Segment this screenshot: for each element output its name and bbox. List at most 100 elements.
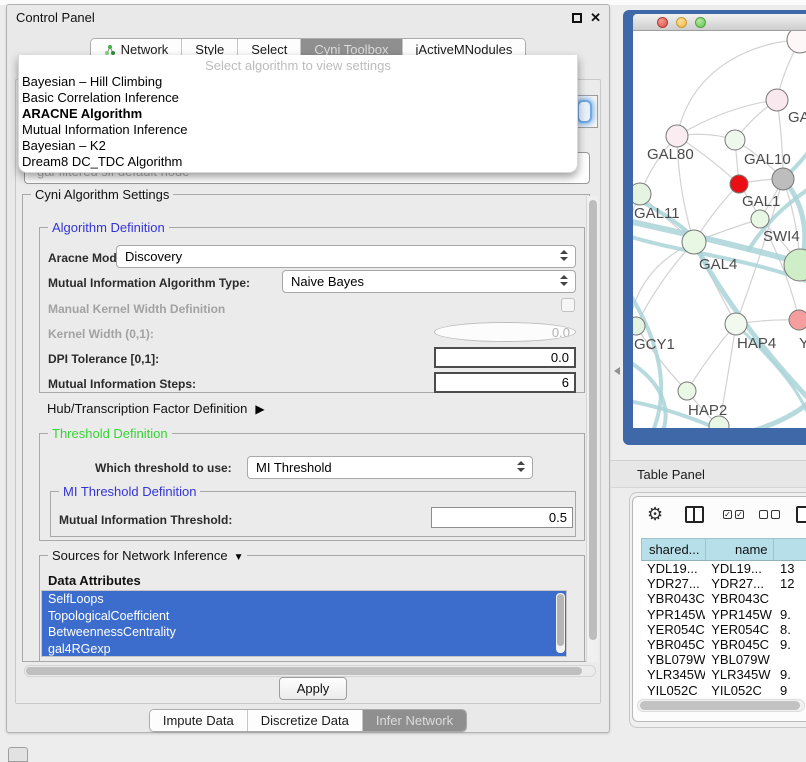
scrollbar-thumb[interactable]: [589, 200, 597, 640]
attribute-list-item[interactable]: TopologicalCoefficient: [42, 608, 566, 625]
tab-impute-data[interactable]: Impute Data: [150, 710, 247, 731]
table-cell[interactable]: YLR345W: [705, 667, 774, 682]
select-all-columns-icon[interactable]: ✓✓: [723, 510, 744, 519]
network-node[interactable]: [766, 89, 788, 111]
table-cell[interactable]: 12: [774, 576, 806, 591]
table-cell[interactable]: 9: [774, 683, 806, 698]
network-canvas[interactable]: GALGAL80GAL10GAL1SWI4GAL11GAL4GCY1HAP4YH…: [633, 31, 806, 428]
network-node[interactable]: [682, 230, 706, 254]
toolbar-icon-partial[interactable]: [796, 506, 806, 523]
network-node[interactable]: [666, 125, 688, 147]
settings-horizontal-scrollbar[interactable]: [24, 665, 596, 677]
algorithm-option[interactable]: Bayesian – K2: [19, 138, 577, 154]
table-cell[interactable]: 9.: [774, 667, 806, 682]
table-cell[interactable]: YBR045C: [641, 637, 705, 652]
mi-steps-field[interactable]: [434, 372, 576, 393]
network-node[interactable]: [725, 313, 747, 335]
column-header-shared-name[interactable]: shared...: [642, 539, 706, 560]
attribute-list-item[interactable]: gal4RGexp: [42, 641, 566, 658]
algorithm-option[interactable]: Basic Correlation Inference: [19, 90, 577, 106]
table-cell[interactable]: YDR27...: [641, 576, 705, 591]
column-header-partial[interactable]: [774, 539, 806, 560]
scrollbar-thumb[interactable]: [640, 701, 800, 710]
list-scrollbar[interactable]: [556, 593, 565, 653]
table-cell[interactable]: YER054C: [641, 622, 705, 637]
table-cell[interactable]: YPR145W: [705, 607, 774, 622]
sources-collapse-toggle[interactable]: Sources for Network Inference▼: [48, 548, 247, 563]
deselect-all-columns-icon[interactable]: [759, 510, 780, 519]
table-row[interactable]: YBR043CYBR043C: [641, 591, 806, 606]
table-cell[interactable]: 13: [774, 561, 806, 576]
mi-threshold-field[interactable]: [431, 507, 573, 528]
table-cell[interactable]: 9.: [774, 607, 806, 622]
table-cell[interactable]: [774, 591, 806, 606]
table-cell[interactable]: [774, 652, 806, 667]
table-row[interactable]: YLR345WYLR345W9.: [641, 667, 806, 682]
table-row[interactable]: YPR145WYPR145W9.: [641, 607, 806, 622]
settings-vertical-scrollbar[interactable]: [586, 196, 598, 662]
network-node[interactable]: [725, 130, 745, 150]
table-cell[interactable]: YLR345W: [641, 667, 705, 682]
apply-button[interactable]: Apply: [279, 677, 347, 700]
which-threshold-combobox[interactable]: MI Threshold: [247, 456, 533, 479]
network-node[interactable]: [789, 310, 806, 330]
table-cell[interactable]: YDL19...: [705, 561, 774, 576]
table-cell[interactable]: YIL052C: [641, 683, 705, 698]
scrollbar-thumb[interactable]: [557, 594, 564, 646]
table-cell[interactable]: YPR145W: [641, 607, 705, 622]
network-node[interactable]: [772, 168, 794, 190]
aracne-mode-combobox[interactable]: Discovery: [116, 245, 576, 268]
table-row[interactable]: YER054CYER054C8.: [641, 622, 806, 637]
table-row[interactable]: YBL079WYBL079W: [641, 652, 806, 667]
float-window-icon[interactable]: [572, 13, 582, 23]
close-icon[interactable]: ✕: [590, 10, 601, 26]
table-cell[interactable]: YER054C: [705, 622, 774, 637]
network-edge-thick[interactable]: [753, 399, 806, 428]
table-cell[interactable]: YBL079W: [641, 652, 705, 667]
algorithm-option[interactable]: Mutual Information Inference: [19, 122, 577, 138]
network-window-titlebar[interactable]: [633, 14, 806, 31]
network-node[interactable]: [678, 382, 696, 400]
network-edge[interactable]: [677, 40, 800, 136]
hub-definition-expander[interactable]: Hub/Transcription Factor Definition▶: [47, 401, 265, 416]
table-cell[interactable]: YBL079W: [705, 652, 774, 667]
attribute-list-item[interactable]: SelfLoops: [42, 591, 566, 608]
dpi-tolerance-field[interactable]: [434, 347, 576, 368]
table-cell[interactable]: YDR27...: [705, 576, 774, 591]
mi-type-combobox[interactable]: Naive Bayes: [282, 270, 576, 293]
algorithm-option[interactable]: ARACNE Algorithm: [19, 106, 577, 122]
collapsed-panel-button[interactable]: [8, 747, 28, 762]
table-cell[interactable]: YBR045C: [705, 637, 774, 652]
network-edge[interactable]: [687, 324, 736, 391]
columns-icon[interactable]: [685, 506, 704, 523]
zoom-traffic-light[interactable]: [695, 17, 706, 28]
table-row[interactable]: YIL052CYIL052C9: [641, 683, 806, 698]
table-cell[interactable]: 8.: [774, 622, 806, 637]
table-cell[interactable]: YDL19...: [641, 561, 705, 576]
close-traffic-light[interactable]: [657, 17, 668, 28]
tab-discretize-data[interactable]: Discretize Data: [247, 710, 362, 731]
column-header-name[interactable]: name: [706, 539, 774, 560]
network-node[interactable]: [730, 175, 748, 193]
table-horizontal-scrollbar[interactable]: [637, 699, 805, 712]
scrollbar-thumb[interactable]: [26, 667, 582, 675]
table-row[interactable]: YDR27...YDR27...12: [641, 576, 806, 591]
focused-combo-button[interactable]: [577, 100, 592, 123]
network-node[interactable]: [751, 210, 769, 228]
attribute-list-item[interactable]: BetweennessCentrality: [42, 624, 566, 641]
network-node[interactable]: [787, 31, 806, 53]
algorithm-option[interactable]: Bayesian – Hill Climbing: [19, 74, 577, 90]
minimize-traffic-light[interactable]: [676, 17, 687, 28]
data-attributes-list[interactable]: SelfLoopsTopologicalCoefficientBetweenne…: [41, 590, 567, 657]
table-cell[interactable]: 9.: [774, 637, 806, 652]
network-edge[interactable]: [677, 100, 777, 136]
gear-icon[interactable]: ⚙: [647, 505, 663, 523]
tab-infer-network[interactable]: Infer Network: [362, 710, 466, 731]
table-row[interactable]: YBR045CYBR045C9.: [641, 637, 806, 652]
table-cell[interactable]: YIL052C: [705, 683, 774, 698]
network-node[interactable]: [633, 183, 651, 205]
splitter-collapse-arrow[interactable]: [614, 367, 620, 375]
table-row[interactable]: YDL19...YDL19...13: [641, 561, 806, 576]
table-cell[interactable]: YBR043C: [705, 591, 774, 606]
table-cell[interactable]: YBR043C: [641, 591, 705, 606]
